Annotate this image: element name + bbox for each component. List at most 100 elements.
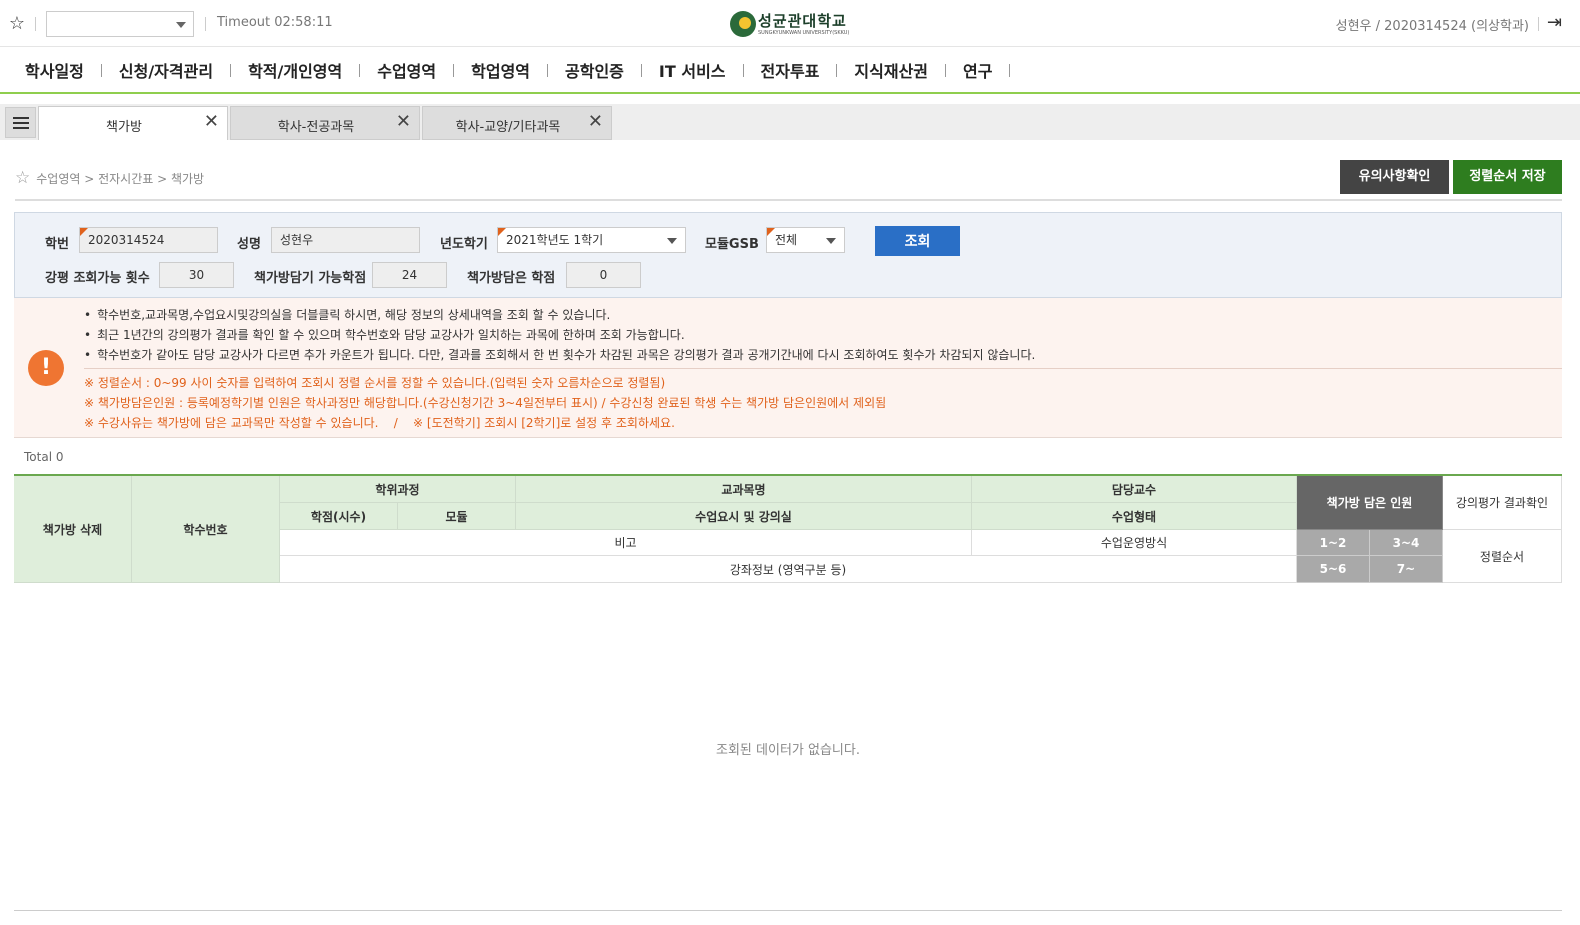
nav-item[interactable]: 학사일정: [25, 58, 119, 82]
info-note: ※ 정렬순서 : 0~99 사이 숫자를 입력하여 조회시 정렬 순서를 정할 …: [84, 376, 666, 390]
name-label: 성명: [237, 237, 261, 252]
top-bar: ☆ Timeout 02:58:11 성균관대학교 SUNGKYUNKWAN U…: [0, 0, 1580, 47]
logout-icon[interactable]: ⇥: [1547, 13, 1567, 33]
menu-hamburger-icon[interactable]: [5, 107, 36, 138]
star-icon[interactable]: ☆: [15, 168, 30, 188]
tab-label: 학사-전공과목: [277, 120, 355, 135]
nav-item[interactable]: 수업영역: [377, 58, 471, 82]
col-credits[interactable]: 학점(시수): [280, 503, 398, 530]
logo-emblem-icon: [730, 11, 756, 37]
close-icon[interactable]: ✕: [204, 113, 219, 131]
col-professor[interactable]: 담당교수: [972, 476, 1297, 503]
eval-count-field: 30: [159, 262, 234, 288]
tab-label: 학사-교양/기타과목: [455, 120, 561, 135]
nav-divider: [945, 63, 947, 77]
nav-item-label: 공학인증: [565, 62, 624, 81]
search-button[interactable]: 조회: [875, 226, 960, 256]
nav-item-label: IT 서비스: [658, 62, 726, 81]
info-note: ※ 책가방담은인원 : 등록예정학기별 인원은 학사과정만 해당합니다.(수강신…: [84, 396, 887, 410]
info-note: ※ 수강사유는 책가방에 담은 교과목만 작성할 수 있습니다. / ※ [도전…: [84, 416, 675, 430]
tab-label: 책가방: [106, 120, 142, 135]
nav-divider: [1009, 63, 1011, 77]
nav-item-label: 학적/개인영역: [248, 62, 343, 81]
divider: [1538, 17, 1539, 31]
credits-available-field: 24: [372, 262, 447, 288]
col-course-name[interactable]: 교과목명: [516, 476, 972, 503]
nav-item[interactable]: 공학인증: [565, 58, 659, 82]
nav-divider: [742, 63, 744, 77]
module-select[interactable]: 전체: [766, 227, 845, 253]
nav-item[interactable]: IT 서비스: [659, 58, 761, 82]
nav-item[interactable]: 연구: [963, 58, 1027, 82]
nav-item-label: 연구: [963, 62, 993, 81]
col-delete[interactable]: 책가방 삭제: [14, 476, 132, 583]
notice-check-button[interactable]: 유의사항확인: [1340, 160, 1449, 194]
col-year-3-4: 3~4: [1370, 530, 1443, 556]
nav-item-label: 전자투표: [760, 62, 820, 81]
nav-item-label: 수업영역: [377, 62, 437, 81]
info-box: ! 학수번호,교과목명,수업요시및강의실을 더블클릭 하시면, 해당 정보의 상…: [14, 298, 1562, 438]
nav-item[interactable]: 학업영역: [471, 58, 565, 82]
credits-available-label: 책가방담기 가능학점: [254, 271, 367, 286]
credits-in-bag-label: 책가방담은 학점: [467, 271, 556, 286]
col-degree[interactable]: 학위과정: [280, 476, 516, 503]
logo-name: 성균관대학교: [758, 12, 847, 30]
tab-major-courses[interactable]: 학사-전공과목 ✕: [230, 106, 420, 140]
tab-bookbag[interactable]: 책가방 ✕: [38, 106, 228, 140]
tab-general-courses[interactable]: 학사-교양/기타과목 ✕: [422, 106, 612, 140]
module-value: 전체: [775, 233, 798, 247]
col-bag-count: 책가방 담은 인원: [1297, 476, 1443, 530]
university-logo[interactable]: 성균관대학교 SUNGKYUNKWAN UNIVERSITY(SKKU): [730, 9, 850, 41]
grid-header: 책가방 삭제 학수번호 학위과정 교과목명 담당교수 학점(시수) 모듈 수업요…: [14, 476, 1562, 583]
nav-item[interactable]: 전자투표: [761, 58, 855, 82]
term-select[interactable]: 2021학년도 1학기: [497, 227, 686, 253]
col-class-type[interactable]: 수업형태: [972, 503, 1297, 530]
term-label: 년도학기: [440, 237, 488, 252]
col-remarks: 비고: [280, 530, 972, 556]
col-module[interactable]: 모듈: [398, 503, 516, 530]
info-bullet: 학수번호가 같아도 담당 교강사가 다르면 추가 카운트가 됩니다. 다만, 결…: [84, 346, 1035, 363]
warning-icon: !: [28, 350, 64, 386]
col-sort-order: 정렬순서: [1443, 530, 1562, 583]
nav-divider: [230, 63, 232, 77]
save-sort-order-button[interactable]: 정렬순서 저장: [1453, 160, 1562, 194]
nav-item-label: 지식재산권: [854, 62, 929, 81]
col-lecture-info: 강좌정보 (영역구분 등): [280, 556, 1297, 583]
chevron-down-icon: [176, 22, 186, 28]
module-label: 모듈GSB: [705, 237, 759, 252]
col-course-number[interactable]: 학수번호: [132, 476, 280, 583]
student-id-field: 2020314524: [79, 227, 218, 253]
tab-bar: 책가방 ✕ 학사-전공과목 ✕ 학사-교양/기타과목 ✕: [0, 104, 1580, 140]
nav-item[interactable]: 신청/자격관리: [119, 58, 248, 82]
nav-divider: [453, 63, 455, 77]
breadcrumb-text: 수업영역 > 전자시간표 > 책가방: [36, 171, 205, 186]
empty-message: 조회된 데이터가 없습니다.: [716, 743, 860, 758]
close-icon[interactable]: ✕: [396, 113, 411, 131]
col-year-7: 7~: [1370, 556, 1443, 583]
eval-count-label: 강평 조회가능 횟수: [45, 271, 150, 286]
nav-divider: [640, 63, 642, 77]
student-id-label: 학번: [45, 237, 69, 252]
close-icon[interactable]: ✕: [588, 113, 603, 131]
col-schedule-room[interactable]: 수업요시 및 강의실: [516, 503, 972, 530]
nav-divider: [836, 63, 838, 77]
favorite-star-icon[interactable]: ☆: [7, 14, 27, 34]
col-operation: 수업운영방식: [972, 530, 1297, 556]
name-field: 성현우: [271, 227, 420, 253]
divider: [35, 17, 36, 31]
session-timeout: Timeout 02:58:11: [217, 15, 333, 30]
nav-item-label: 학사일정: [25, 62, 84, 81]
favorites-select[interactable]: [46, 11, 194, 37]
col-year-1-2: 1~2: [1297, 530, 1370, 556]
col-eval-result: 강의평가 결과확인: [1443, 476, 1562, 530]
chevron-down-icon: [667, 238, 677, 244]
breadcrumb: ☆ 수업영역 > 전자시간표 > 책가방: [15, 168, 204, 188]
divider: [84, 368, 1562, 369]
info-bullet: 최근 1년간의 강의평가 결과를 확인 할 수 있으며 학수번호와 담당 교강사…: [84, 326, 685, 343]
nav-item[interactable]: 학적/개인영역: [248, 58, 377, 82]
nav-item[interactable]: 지식재산권: [854, 58, 963, 82]
course-grid: 책가방 삭제 학수번호 학위과정 교과목명 담당교수 학점(시수) 모듈 수업요…: [14, 474, 1562, 911]
nav-divider: [359, 63, 361, 77]
nav-divider: [100, 63, 102, 77]
logo-subtitle: SUNGKYUNKWAN UNIVERSITY(SKKU): [758, 30, 850, 36]
